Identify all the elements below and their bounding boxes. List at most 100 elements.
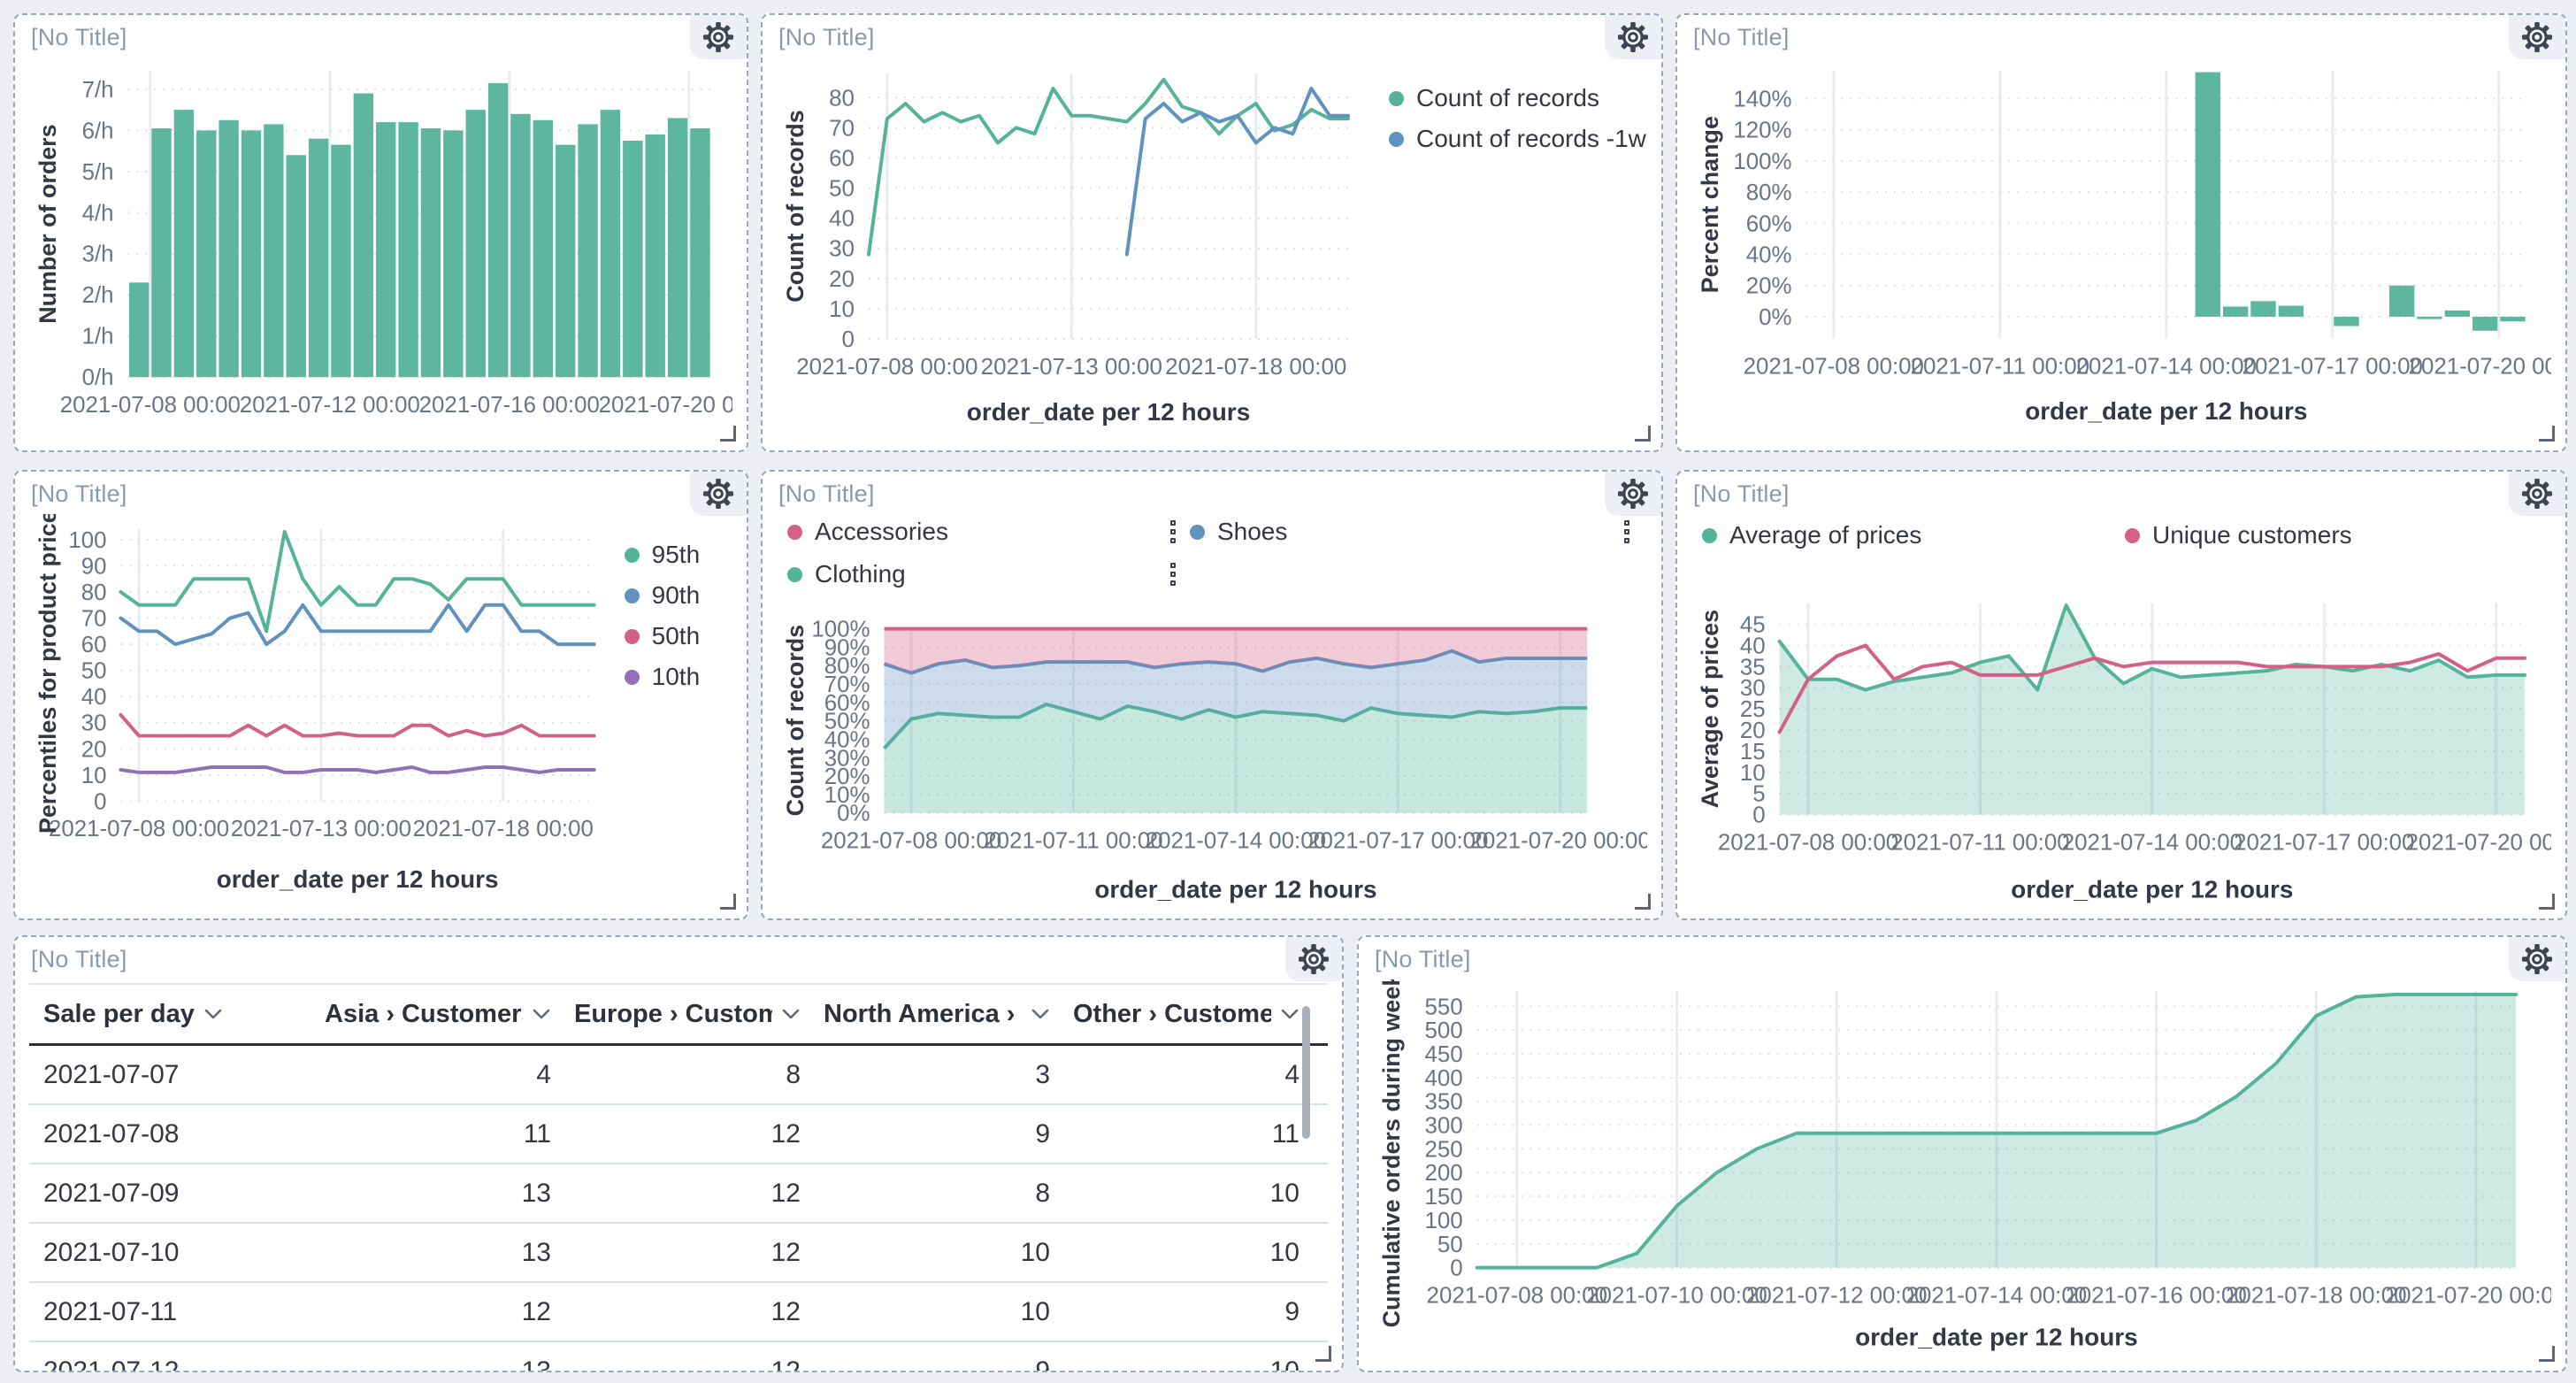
column-label: Other › Customers bbox=[1073, 1000, 1271, 1029]
panel-title: [No Title] bbox=[778, 24, 875, 51]
panel-settings-button[interactable] bbox=[2509, 472, 2565, 516]
svg-text:60%: 60% bbox=[1746, 211, 1792, 236]
table-scrollbar-thumb[interactable] bbox=[1302, 1006, 1310, 1139]
legend-actions-icon[interactable] bbox=[1169, 561, 1177, 588]
panel-category-breakdown: [No Title] AccessoriesShoesClothing 0%10… bbox=[761, 470, 1663, 920]
cell-value: 4 bbox=[1073, 1046, 1322, 1103]
svg-text:2021-07-11 00:00: 2021-07-11 00:00 bbox=[1890, 831, 2069, 856]
chart-canvas[interactable]: 0/h1/h2/h3/h4/h5/h6/h7/h2021-07-08 00:00… bbox=[29, 58, 732, 426]
table-header-north-america-cu[interactable]: North America › Cu bbox=[824, 985, 1073, 1043]
cell-value: 12 bbox=[574, 1105, 824, 1163]
svg-text:0: 0 bbox=[1752, 803, 1765, 828]
svg-text:100: 100 bbox=[1424, 1209, 1462, 1233]
cell-value: 8 bbox=[824, 1164, 1073, 1222]
table-header-europe-customer[interactable]: Europe › Customer bbox=[574, 985, 824, 1043]
chart-canvas[interactable]: 0501001502002503003504004505005502021-07… bbox=[1373, 980, 2551, 1358]
panel-resize-handle[interactable] bbox=[2539, 1346, 2555, 1362]
legend-item-50th[interactable]: 50th bbox=[625, 622, 732, 650]
svg-text:2021-07-18 00:00: 2021-07-18 00:00 bbox=[1165, 353, 1346, 380]
legend-item-unique-customers[interactable]: Unique customers bbox=[2125, 521, 2548, 549]
legend-actions-icon[interactable] bbox=[1622, 519, 1631, 545]
svg-text:50: 50 bbox=[1438, 1233, 1463, 1257]
chart-legend: AccessoriesShoesClothing bbox=[787, 518, 1644, 588]
cell-date: 2021-07-10 bbox=[29, 1224, 325, 1281]
chevron-down-icon bbox=[1031, 1008, 1050, 1020]
panel-resize-handle[interactable] bbox=[720, 894, 736, 910]
panel-prices-customers: [No Title] Average of prices Unique custo… bbox=[1675, 470, 2567, 920]
svg-text:5/h: 5/h bbox=[82, 160, 114, 185]
cell-date: 2021-07-08 bbox=[29, 1105, 325, 1163]
legend-item-95th[interactable]: 95th bbox=[625, 541, 732, 569]
svg-text:0%: 0% bbox=[1759, 305, 1791, 330]
panel-settings-button[interactable] bbox=[2509, 937, 2565, 981]
legend-series-dot bbox=[1702, 528, 1717, 543]
panel-resize-handle[interactable] bbox=[1315, 1346, 1331, 1362]
panel-price-percentiles: [No Title] 01020304050607080901002021-07… bbox=[13, 470, 748, 920]
legend-item-clothing[interactable]: Clothing bbox=[787, 560, 1190, 588]
cell-value: 8 bbox=[574, 1046, 824, 1103]
chart-canvas[interactable]: 0%10%20%30%40%50%60%70%80%90%100%2021-07… bbox=[777, 617, 1647, 910]
legend-series-label: 90th bbox=[652, 581, 701, 610]
panel-settings-button[interactable] bbox=[2509, 15, 2565, 59]
svg-text:order_date per 12 hours: order_date per 12 hours bbox=[1855, 1323, 2137, 1350]
svg-text:80: 80 bbox=[81, 580, 107, 605]
svg-text:2021-07-16 00:00: 2021-07-16 00:00 bbox=[2066, 1284, 2247, 1309]
panel-settings-button[interactable] bbox=[1285, 937, 1342, 981]
legend-item-10th[interactable]: 10th bbox=[625, 663, 732, 691]
legend-item-accessories[interactable]: Accessories bbox=[787, 518, 1190, 546]
svg-text:0/h: 0/h bbox=[82, 365, 114, 390]
chart-canvas[interactable]: 0510152025303540452021-07-08 00:002021-0… bbox=[1691, 576, 2551, 910]
cell-date: 2021-07-09 bbox=[29, 1164, 325, 1222]
chart-canvas[interactable]: 01020304050607080901002021-07-08 00:0020… bbox=[29, 514, 602, 901]
table-header-other-customers[interactable]: Other › Customers bbox=[1073, 985, 1322, 1043]
svg-text:80: 80 bbox=[829, 84, 855, 111]
panel-settings-button[interactable] bbox=[690, 472, 747, 516]
svg-text:2021-07-08 00:00: 2021-07-08 00:00 bbox=[1427, 1284, 1608, 1309]
panel-resize-handle[interactable] bbox=[1635, 426, 1651, 442]
svg-text:2021-07-20 00:00: 2021-07-20 00:00 bbox=[2386, 1284, 2551, 1309]
gear-icon bbox=[702, 20, 735, 54]
svg-text:order_date per 12 hours: order_date per 12 hours bbox=[1094, 875, 1376, 903]
cell-value: 10 bbox=[824, 1283, 1073, 1341]
cell-value: 12 bbox=[574, 1342, 824, 1372]
cell-value: 12 bbox=[325, 1283, 574, 1341]
svg-text:2021-07-14 00:00: 2021-07-14 00:00 bbox=[2062, 831, 2242, 856]
legend-item-shoes[interactable]: Shoes bbox=[1190, 518, 1644, 546]
legend-item-count-of-records-1w[interactable]: Count of records -1w bbox=[1389, 125, 1645, 153]
panel-resize-handle[interactable] bbox=[2539, 426, 2555, 442]
legend-series-label: Count of records bbox=[1416, 84, 1599, 112]
panel-resize-handle[interactable] bbox=[720, 426, 736, 442]
panel-cumulative-weekend-orders: [No Title] 05010015020025030035040045050… bbox=[1357, 935, 2567, 1372]
svg-text:2021-07-11 00:00: 2021-07-11 00:00 bbox=[1911, 354, 2089, 379]
svg-text:2021-07-14 00:00: 2021-07-14 00:00 bbox=[1906, 1284, 2088, 1309]
panel-settings-button[interactable] bbox=[1605, 15, 1661, 59]
legend-item-90th[interactable]: 90th bbox=[625, 581, 732, 610]
panel-resize-handle[interactable] bbox=[2539, 894, 2555, 910]
gear-icon bbox=[1616, 477, 1650, 511]
panel-settings-button[interactable] bbox=[1605, 472, 1661, 516]
legend-item-average-of-prices[interactable]: Average of prices bbox=[1702, 521, 2125, 549]
table-row: 2021-07-121312910 bbox=[29, 1342, 1328, 1372]
panel-resize-handle[interactable] bbox=[1635, 894, 1651, 910]
chart-canvas[interactable]: 010203040506070802021-07-08 00:002021-07… bbox=[777, 58, 1353, 433]
legend-actions-icon[interactable] bbox=[1169, 519, 1177, 545]
panel-settings-button[interactable] bbox=[690, 15, 747, 59]
gear-icon bbox=[2520, 477, 2554, 511]
svg-text:35: 35 bbox=[1740, 655, 1766, 680]
svg-text:40: 40 bbox=[829, 205, 855, 232]
panel-title: [No Title] bbox=[778, 480, 875, 508]
table-row: 2021-07-091312810 bbox=[29, 1164, 1328, 1224]
svg-text:200: 200 bbox=[1424, 1161, 1462, 1186]
legend-series-label: Unique customers bbox=[2152, 521, 2352, 549]
svg-text:2021-07-14 00:00: 2021-07-14 00:00 bbox=[1146, 829, 1326, 854]
table-header-sale-per-day[interactable]: Sale per day bbox=[29, 985, 325, 1043]
chart-canvas[interactable]: 0%20%40%60%80%100%120%140%2021-07-08 00:… bbox=[1691, 58, 2551, 433]
column-label: North America › Cu bbox=[824, 1000, 1022, 1029]
svg-text:70: 70 bbox=[829, 114, 855, 141]
table-row: 2021-07-074834 bbox=[29, 1046, 1328, 1105]
table-header-asia-customers[interactable]: Asia › Customers bbox=[325, 985, 574, 1043]
svg-text:3/h: 3/h bbox=[82, 242, 114, 267]
panel-title: [No Title] bbox=[1693, 480, 1790, 508]
svg-text:20: 20 bbox=[81, 737, 107, 762]
legend-item-count-of-records[interactable]: Count of records bbox=[1389, 84, 1645, 112]
